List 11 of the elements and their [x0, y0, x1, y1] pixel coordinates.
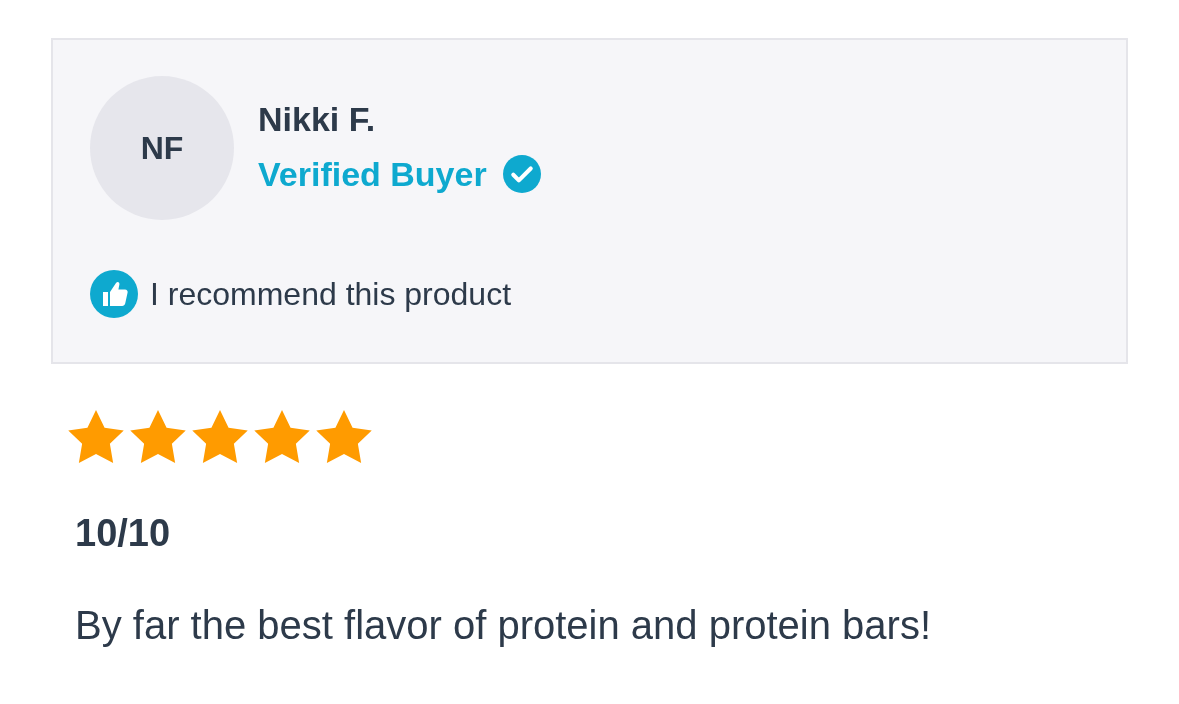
star-icon	[189, 408, 251, 466]
reviewer-name: Nikki F.	[258, 99, 377, 140]
recommendation-text: I recommend this product	[150, 275, 512, 314]
star-icon	[313, 408, 375, 466]
star-icon	[127, 408, 189, 466]
review-title: 10/10	[75, 511, 172, 556]
review-body: By far the best flavor of protein and protein bars!	[75, 601, 933, 649]
avatar: NF	[90, 76, 234, 220]
star-icon	[251, 408, 313, 466]
star-icon	[65, 408, 127, 466]
verified-label: Verified Buyer	[258, 153, 487, 195]
